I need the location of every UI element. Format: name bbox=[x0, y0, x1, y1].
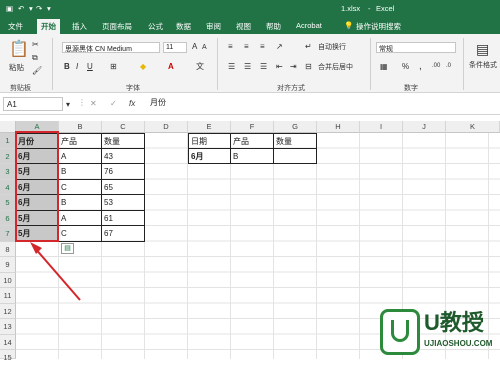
watermark: U教授 UJIAOSHOU.COM bbox=[380, 305, 500, 359]
watermark-brand: U教授 bbox=[424, 310, 484, 335]
watermark-url: UJIAOSHOU.COM bbox=[424, 339, 493, 348]
shield-logo-icon bbox=[380, 309, 420, 355]
